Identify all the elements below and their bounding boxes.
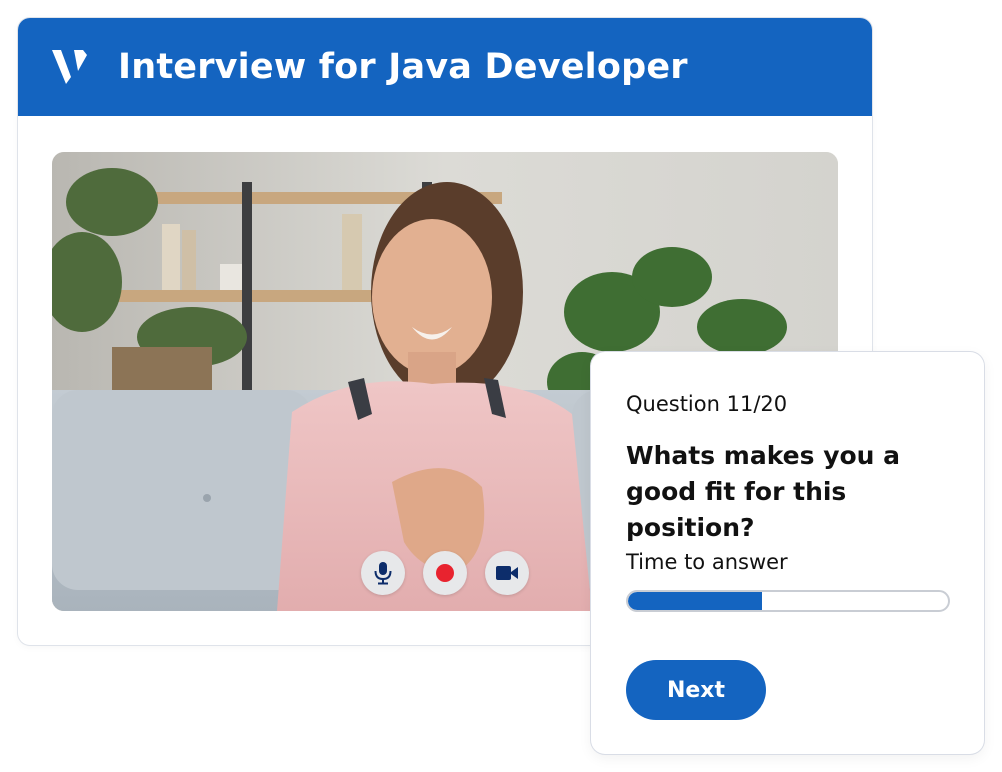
page-title: Interview for Java Developer [118, 47, 688, 87]
question-card: Question 11/20 Whats makes you a good fi… [591, 352, 984, 754]
microphone-button[interactable] [361, 551, 405, 595]
time-progress-bar [626, 590, 950, 612]
question-counter: Question 11/20 [626, 392, 788, 416]
time-progress-fill [628, 592, 763, 610]
next-button[interactable]: Next [626, 660, 766, 720]
microphone-icon [374, 562, 392, 585]
video-camera-icon [496, 566, 518, 580]
timer-label: Time to answer [626, 550, 788, 574]
record-button[interactable] [423, 551, 467, 595]
camera-button[interactable] [485, 551, 529, 595]
record-icon [436, 564, 454, 582]
question-text: Whats makes you a good fit for this posi… [626, 441, 901, 542]
interview-header: Interview for Java Developer [18, 18, 872, 116]
v-logo-icon [52, 50, 87, 84]
